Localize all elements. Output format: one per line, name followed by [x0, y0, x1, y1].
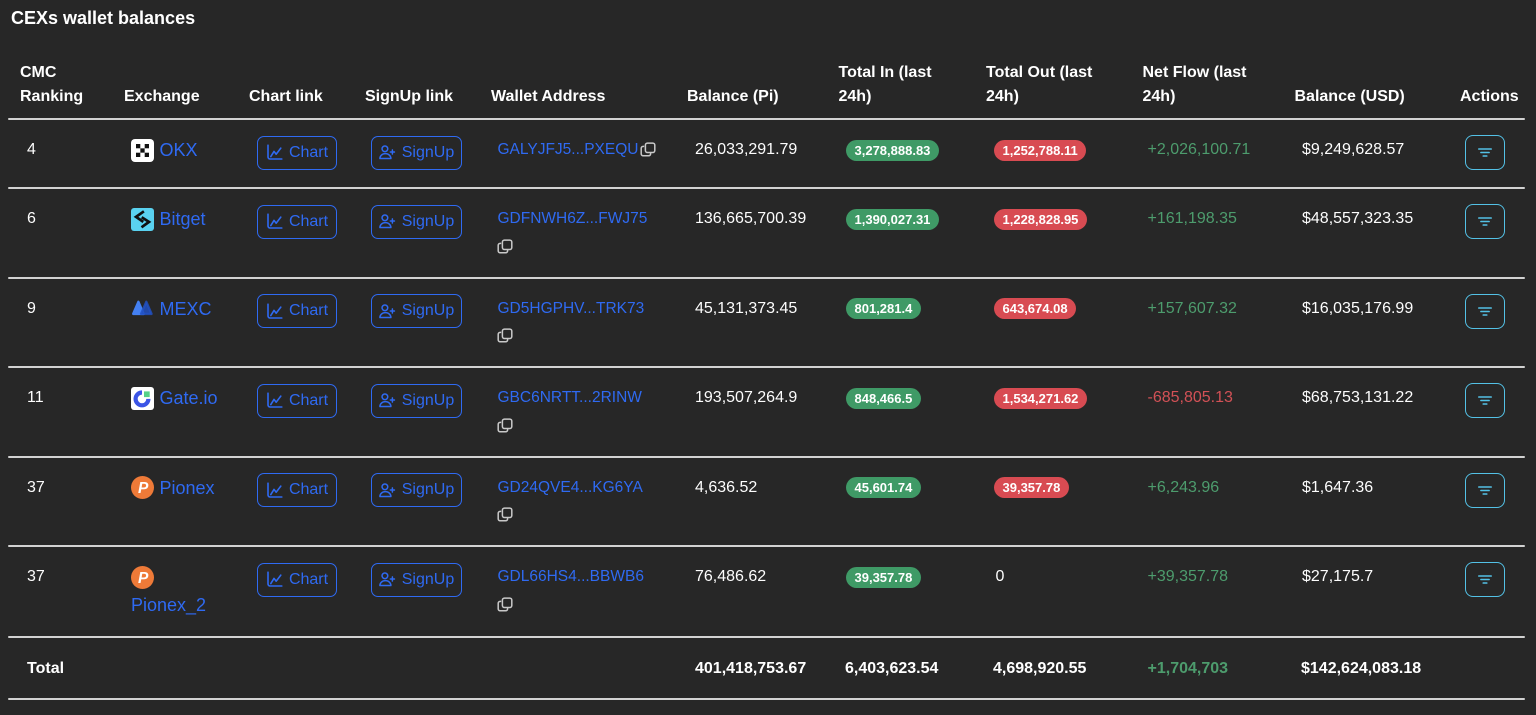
- svg-text:P: P: [138, 570, 149, 587]
- svg-text:P: P: [138, 480, 149, 497]
